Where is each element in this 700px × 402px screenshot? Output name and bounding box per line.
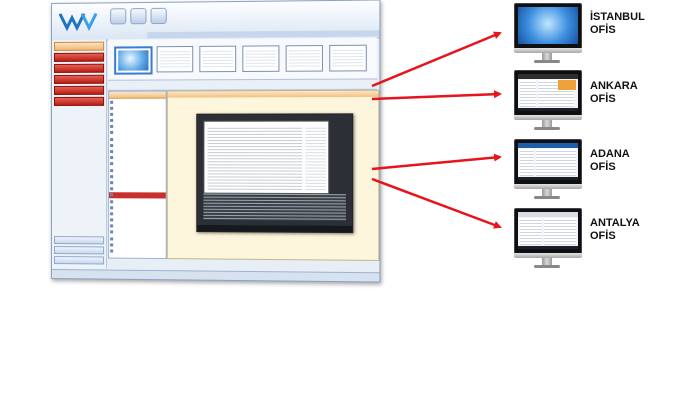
office-suffix: OFİS (590, 161, 616, 173)
arrow-icon (371, 177, 502, 229)
office-name: İSTANBUL (590, 11, 645, 23)
arrow-icon (371, 90, 502, 101)
office-label-antalya: ANTALYA OFİS (590, 217, 640, 243)
office-label-adana: ADANA OFİS (590, 148, 630, 174)
office-name: ADANA (590, 148, 630, 160)
office-suffix: OFİS (590, 93, 616, 105)
arrow-icon (371, 153, 502, 171)
monitor-icon (514, 208, 582, 270)
office-suffix: OFİS (590, 24, 616, 36)
office-name: ANTALYA (590, 217, 640, 229)
office-label-ankara: ANKARA OFİS (590, 80, 638, 106)
monitor-icon (514, 139, 582, 201)
office-suffix: OFİS (590, 230, 616, 242)
arrow-layer (371, 31, 502, 229)
arrow-icon (371, 31, 502, 88)
monitor-icon (514, 3, 582, 65)
monitor-icon (514, 70, 582, 132)
office-label-istanbul: İSTANBUL OFİS (590, 11, 645, 37)
office-name: ANKARA (590, 80, 638, 92)
